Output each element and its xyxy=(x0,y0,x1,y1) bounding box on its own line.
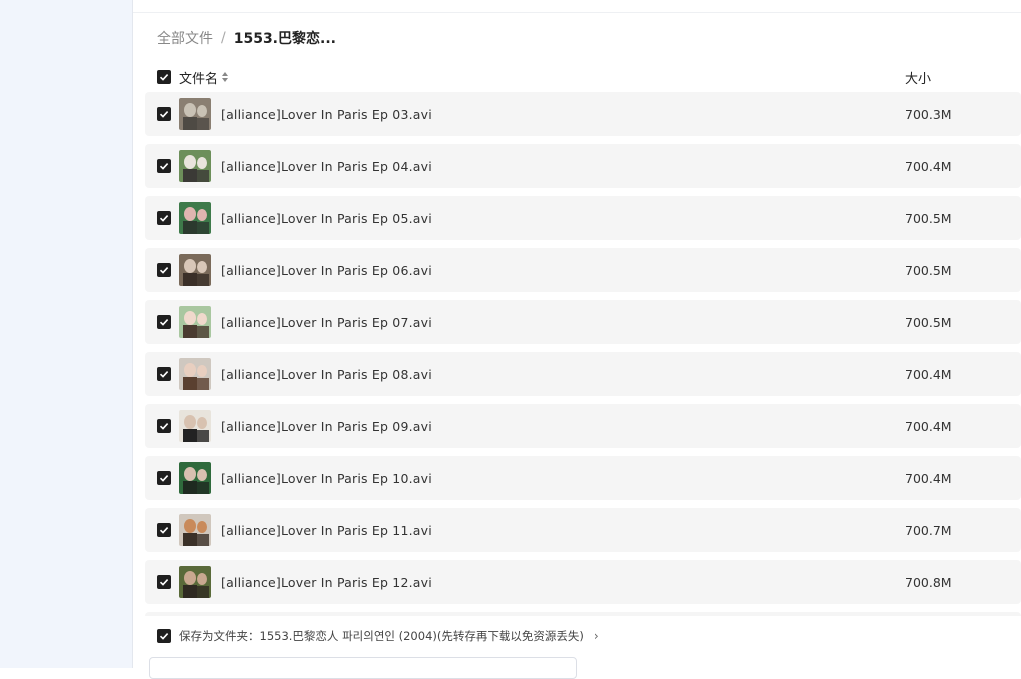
check-icon xyxy=(159,475,169,482)
column-header-name[interactable]: 文件名 xyxy=(179,68,229,87)
breadcrumb: 全部文件 / 1553.巴黎恋... xyxy=(157,28,336,48)
file-size: 700.5M xyxy=(905,210,952,226)
file-row-checkbox[interactable] xyxy=(157,367,171,381)
file-name[interactable]: [alliance]Lover In Paris Ep 07.avi xyxy=(221,315,432,330)
sort-icon[interactable] xyxy=(222,72,229,82)
file-row-checkbox[interactable] xyxy=(157,523,171,537)
file-row[interactable]: [alliance]Lover In Paris Ep 08.avi 700.4M xyxy=(145,352,1021,396)
file-row-checkbox[interactable] xyxy=(157,315,171,329)
file-size: 700.7M xyxy=(905,522,952,538)
save-as-folder-row[interactable]: 保存为文件夹：1553.巴黎恋人 파리의연인 (2004)(先转存再下载以免资源… xyxy=(157,628,599,644)
main-panel: 全部文件 / 1553.巴黎恋... 文件名 大小 [alliance]Love… xyxy=(133,0,1021,679)
file-name[interactable]: [alliance]Lover In Paris Ep 10.avi xyxy=(221,471,432,486)
video-thumbnail xyxy=(179,306,211,338)
file-row[interactable]: [alliance]Lover In Paris Ep 07.avi 700.5M xyxy=(145,300,1021,344)
video-thumbnail xyxy=(179,514,211,546)
file-row[interactable]: [alliance]Lover In Paris Ep 12.avi 700.8M xyxy=(145,560,1021,604)
video-thumbnail xyxy=(179,462,211,494)
file-name[interactable]: [alliance]Lover In Paris Ep 05.avi xyxy=(221,211,432,226)
check-icon xyxy=(159,371,169,378)
file-name[interactable]: [alliance]Lover In Paris Ep 11.avi xyxy=(221,523,432,538)
breadcrumb-root-link[interactable]: 全部文件 xyxy=(157,28,213,48)
check-icon xyxy=(159,527,169,534)
file-row-checkbox[interactable] xyxy=(157,107,171,121)
save-as-folder-checkbox[interactable] xyxy=(157,629,171,643)
file-size: 700.4M xyxy=(905,158,952,174)
check-icon xyxy=(159,215,169,222)
breadcrumb-current-folder: 1553.巴黎恋... xyxy=(233,31,336,47)
check-icon xyxy=(159,267,169,274)
check-icon xyxy=(159,74,169,81)
file-row[interactable]: [alliance]Lover In Paris Ep 10.avi 700.4M xyxy=(145,456,1021,500)
file-row-checkbox[interactable] xyxy=(157,263,171,277)
bottom-input-box[interactable] xyxy=(149,657,577,679)
column-header-size[interactable]: 大小 xyxy=(905,68,931,87)
file-name[interactable]: [alliance]Lover In Paris Ep 09.avi xyxy=(221,419,432,434)
video-thumbnail xyxy=(179,358,211,390)
file-size: 700.4M xyxy=(905,418,952,434)
check-icon xyxy=(159,163,169,170)
video-thumbnail xyxy=(179,202,211,234)
file-size: 700.5M xyxy=(905,262,952,278)
file-row[interactable]: [alliance]Lover In Paris Ep 11.avi 700.7M xyxy=(145,508,1021,552)
file-row[interactable]: [alliance]Lover In Paris Ep 03.avi 700.3M xyxy=(145,92,1021,136)
file-row[interactable]: [alliance]Lover In Paris Ep 04.avi 700.4M xyxy=(145,144,1021,188)
file-list: [alliance]Lover In Paris Ep 03.avi 700.3M… xyxy=(145,92,1021,616)
check-icon xyxy=(159,579,169,586)
select-all-checkbox[interactable] xyxy=(157,70,171,84)
file-name[interactable]: [alliance]Lover In Paris Ep 12.avi xyxy=(221,575,432,590)
column-header-name-label: 文件名 xyxy=(179,71,219,87)
check-icon xyxy=(159,111,169,118)
check-icon xyxy=(159,319,169,326)
file-row-checkbox[interactable] xyxy=(157,419,171,433)
video-thumbnail xyxy=(179,566,211,598)
file-size: 700.4M xyxy=(905,366,952,382)
breadcrumb-separator: / xyxy=(221,30,226,46)
file-row-checkbox[interactable] xyxy=(157,471,171,485)
video-thumbnail xyxy=(179,150,211,182)
file-row[interactable]: [alliance]Lover In Paris Ep 06.avi 700.5M xyxy=(145,248,1021,292)
sidebar xyxy=(0,0,133,668)
file-size: 700.4M xyxy=(905,470,952,486)
video-thumbnail xyxy=(179,254,211,286)
file-name[interactable]: [alliance]Lover In Paris Ep 06.avi xyxy=(221,263,432,278)
file-row-checkbox[interactable] xyxy=(157,159,171,173)
chevron-right-icon[interactable]: › xyxy=(594,629,599,643)
file-name[interactable]: [alliance]Lover In Paris Ep 04.avi xyxy=(221,159,432,174)
file-name[interactable]: [alliance]Lover In Paris Ep 08.avi xyxy=(221,367,432,382)
file-name[interactable]: [alliance]Lover In Paris Ep 03.avi xyxy=(221,107,432,122)
check-icon xyxy=(159,633,169,640)
file-row-checkbox[interactable] xyxy=(157,575,171,589)
file-size: 700.3M xyxy=(905,106,952,122)
file-row[interactable]: [alliance]Lover In Paris Ep 09.avi 700.4M xyxy=(145,404,1021,448)
check-icon xyxy=(159,423,169,430)
save-as-folder-label: 保存为文件夹：1553.巴黎恋人 파리의연인 (2004)(先转存再下载以免资源… xyxy=(179,629,584,643)
file-size: 700.5M xyxy=(905,314,952,330)
file-row-checkbox[interactable] xyxy=(157,211,171,225)
video-thumbnail xyxy=(179,410,211,442)
file-row[interactable]: [alliance]Lover In Paris Ep 05.avi 700.5M xyxy=(145,196,1021,240)
file-size: 700.8M xyxy=(905,574,952,590)
list-header: 文件名 大小 xyxy=(157,68,1021,87)
video-thumbnail xyxy=(179,98,211,130)
top-bar xyxy=(133,0,1021,13)
